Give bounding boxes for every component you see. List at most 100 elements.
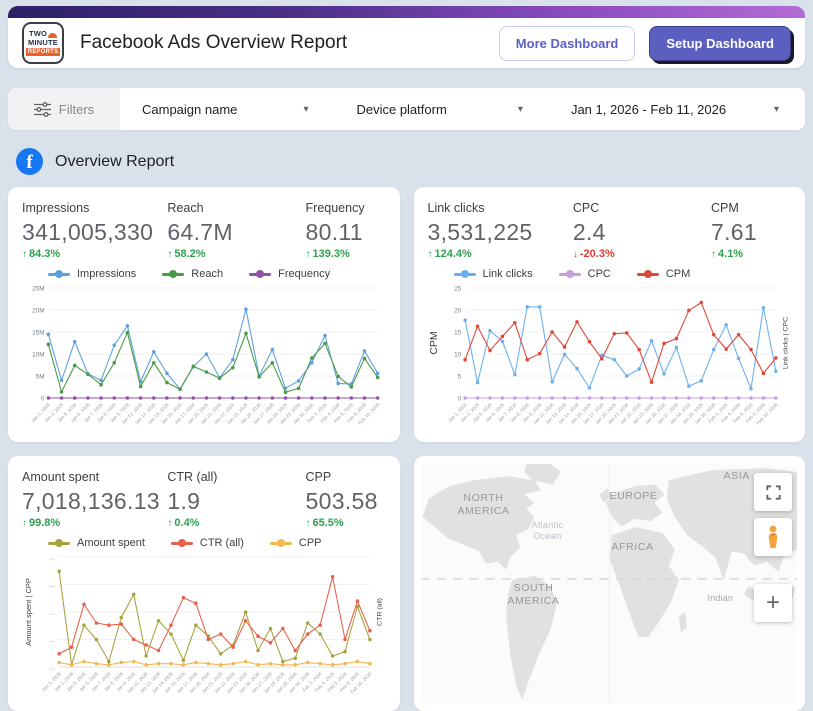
metric-value: 7,018,136.13 (22, 488, 167, 515)
arrow-up-icon: ↑ (167, 249, 172, 260)
metric-label: CPC (573, 201, 711, 215)
legend-item: CTR (all) (171, 537, 244, 549)
metric-impressions: Impressions 341,005,330 ↑84.3% (22, 197, 167, 260)
arrow-up-icon: ↑ (306, 518, 311, 529)
legend-item: Link clicks (454, 268, 533, 280)
legend-marker-icon (454, 273, 476, 276)
arrow-up-icon: ↑ (306, 249, 311, 260)
legend-marker-icon (162, 273, 184, 276)
facebook-icon: f (16, 148, 43, 175)
metric-label: Reach (167, 201, 305, 215)
logo-line-2: MINUTE (28, 39, 58, 47)
legend-item: Frequency (249, 268, 330, 280)
filters-toggle[interactable]: Filters (8, 88, 120, 130)
impressions-reach-frequency-chart: 05M10M15M20M25MJan 1, 2026Jan 2, 2026Jan… (22, 282, 386, 434)
metric-cpm: CPM 7.61 ↑4.1% (711, 197, 791, 260)
legend-item: Amount spent (48, 537, 145, 549)
page-title: Facebook Ads Overview Report (80, 32, 347, 54)
svg-text:CPM: CPM (428, 331, 439, 354)
chart-legend: Impressions Reach Frequency (48, 268, 386, 280)
metric-delta: ↑139.3% (306, 248, 386, 260)
date-range-dropdown[interactable]: Jan 1, 2026 - Feb 11, 2026 ▾ (549, 88, 805, 130)
arrow-up-icon: ↑ (22, 249, 27, 260)
section-heading: f Overview Report (16, 148, 805, 175)
map-fullscreen-button[interactable] (754, 473, 792, 511)
chevron-down-icon: ▾ (518, 104, 523, 115)
metric-cpc: CPC 2.4 ↓-20.3% (573, 197, 711, 260)
metric-delta: ↑58.2% (167, 248, 305, 260)
arrow-up-icon: ↑ (167, 518, 172, 529)
chart-legend: Link clicks CPC CPM (454, 268, 792, 280)
world-map[interactable]: NORTHAMERICA AtlanticOcean EUROPE AFRICA… (422, 464, 798, 703)
svg-text:25: 25 (454, 285, 461, 292)
svg-text:...: ... (50, 609, 55, 616)
card-world-map: NORTHAMERICA AtlanticOcean EUROPE AFRICA… (414, 456, 806, 711)
metric-value: 64.7M (167, 219, 305, 246)
legend-item: CPP (270, 537, 322, 549)
metric-value: 80.11 (306, 219, 386, 246)
metric-label: Impressions (22, 201, 167, 215)
metric-label: Frequency (306, 201, 386, 215)
metric-label: CPP (306, 470, 386, 484)
svg-text:...: ... (50, 664, 55, 671)
dashboard-page: { "theme": { "accent": "#5b5fc7", "heade… (0, 6, 813, 618)
svg-text:20: 20 (454, 307, 461, 314)
plus-icon: + (766, 589, 780, 617)
metric-link-clicks: Link clicks 3,531,225 ↑124.4% (428, 197, 573, 260)
svg-text:15M: 15M (32, 329, 44, 336)
legend-marker-icon (637, 273, 659, 276)
metric-value: 341,005,330 (22, 219, 167, 246)
more-dashboard-button[interactable]: More Dashboard (499, 26, 636, 61)
svg-text:...: ... (50, 582, 55, 589)
arrow-up-icon: ↑ (711, 249, 716, 260)
legend-item: CPM (637, 268, 690, 280)
setup-dashboard-button[interactable]: Setup Dashboard (649, 26, 791, 61)
metric-value: 3,531,225 (428, 219, 573, 246)
svg-text:5M: 5M (36, 373, 45, 380)
metric-delta: ↑99.8% (22, 517, 167, 529)
legend-marker-icon (171, 542, 193, 545)
logo-line-3: REPORTS (26, 48, 60, 56)
clicks-cpc-cpm-chart: 0510152025CPMLink clicks | CPCJan 1, 202… (428, 282, 792, 434)
metric-delta: ↑124.4% (428, 248, 573, 260)
legend-item: Impressions (48, 268, 136, 280)
app-header: TWO MINUTE REPORTS Facebook Ads Overview… (8, 6, 805, 68)
pegman-icon (763, 525, 783, 549)
filters-label: Filters (59, 102, 94, 117)
svg-text:Link clicks | CPC: Link clicks | CPC (782, 317, 789, 369)
campaign-name-dropdown[interactable]: Campaign name ▾ (120, 88, 334, 130)
svg-text:20M: 20M (32, 307, 44, 314)
svg-text:15: 15 (454, 329, 461, 336)
metric-ctr: CTR (all) 1.9 ↑0.4% (167, 466, 305, 529)
fullscreen-icon (765, 484, 782, 501)
map-pegman-button[interactable] (754, 518, 792, 556)
metric-delta: ↑65.5% (306, 517, 386, 529)
legend-item: Reach (162, 268, 223, 280)
metric-reach: Reach 64.7M ↑58.2% (167, 197, 305, 260)
card-spent-ctr-cpp: Amount spent 7,018,136.13 ↑99.8% CTR (al… (8, 456, 400, 711)
spent-ctr-cpp-chart: ...............Amount spent | CPPCTR (al… (22, 551, 386, 703)
logo-line-1: TWO (29, 30, 47, 38)
svg-text:...: ... (50, 554, 55, 561)
card-impressions-reach-frequency: Impressions 341,005,330 ↑84.3% Reach 64.… (8, 187, 400, 442)
legend-marker-icon (270, 542, 292, 545)
filter-bar: Filters Campaign name ▾ Device platform … (8, 88, 805, 130)
map-zoom-in-button[interactable]: + (754, 584, 792, 622)
metric-value: 503.58 (306, 488, 386, 515)
device-platform-label: Device platform (356, 102, 446, 117)
device-platform-dropdown[interactable]: Device platform ▾ (334, 88, 548, 130)
svg-text:25M: 25M (32, 285, 44, 292)
legend-marker-icon (249, 273, 271, 276)
svg-text:10M: 10M (32, 351, 44, 358)
metric-value: 2.4 (573, 219, 711, 246)
metric-amount-spent: Amount spent 7,018,136.13 ↑99.8% (22, 466, 167, 529)
metric-label: Amount spent (22, 470, 167, 484)
date-range-label: Jan 1, 2026 - Feb 11, 2026 (571, 102, 726, 117)
metric-delta: ↓-20.3% (573, 248, 711, 260)
svg-text:...: ... (50, 637, 55, 644)
metric-delta: ↑84.3% (22, 248, 167, 260)
chevron-down-icon: ▾ (303, 104, 308, 115)
metric-delta: ↑0.4% (167, 517, 305, 529)
brand-logo: TWO MINUTE REPORTS (22, 22, 64, 64)
campaign-name-label: Campaign name (142, 102, 237, 117)
